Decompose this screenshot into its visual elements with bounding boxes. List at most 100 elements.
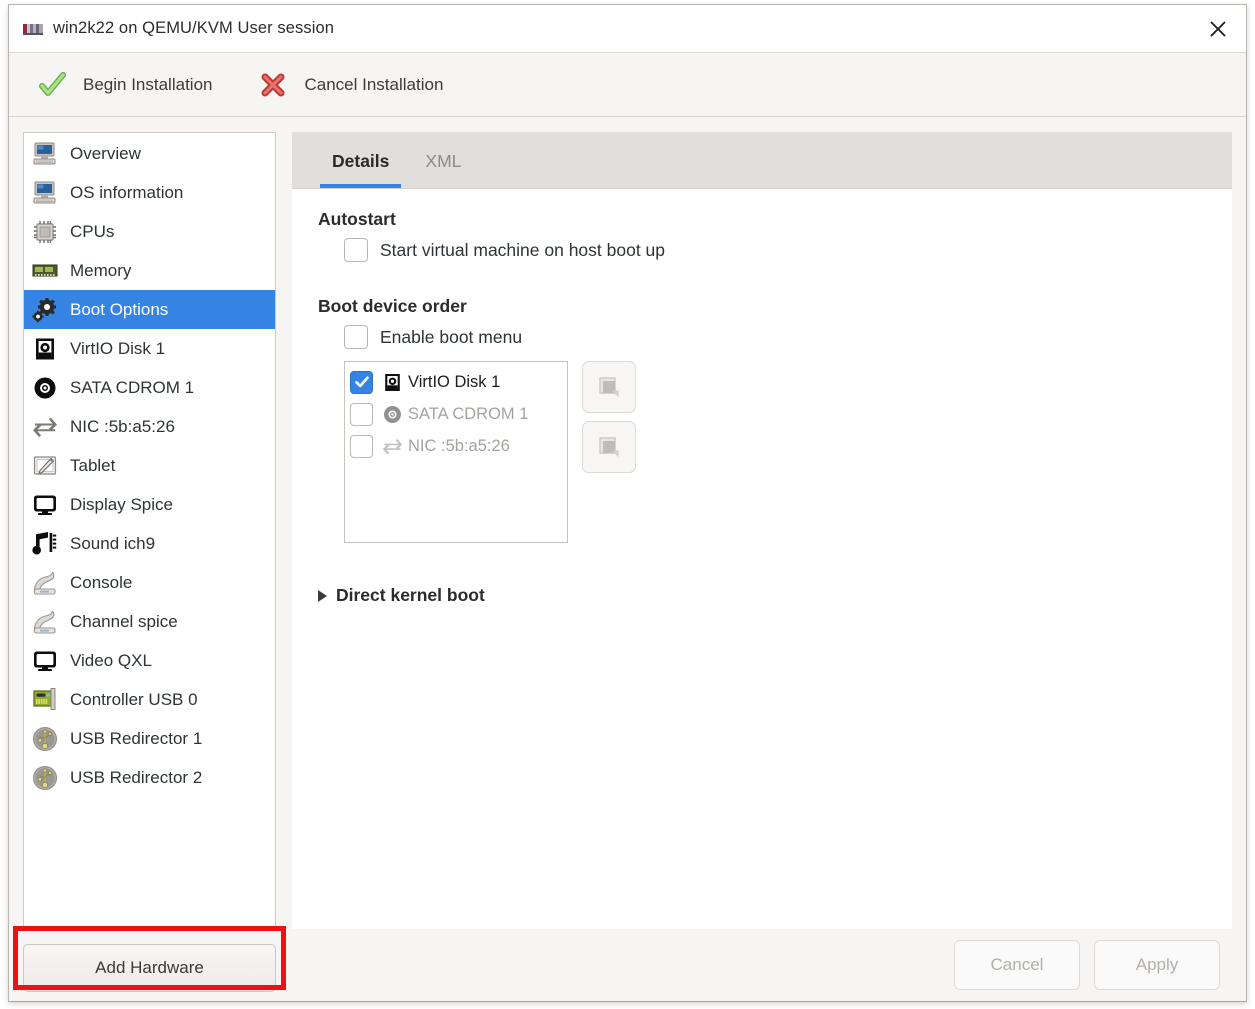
sidebar-item-label: VirtIO Disk 1 <box>70 338 166 358</box>
toolbar: Begin Installation Cancel Installation <box>9 53 1246 117</box>
gears-icon <box>30 295 60 325</box>
autostart-heading: Autostart <box>318 209 396 229</box>
display-icon <box>30 646 60 676</box>
sidebar-item-channel-spice[interactable]: Channel spice <box>24 602 275 641</box>
sidebar-item-label: Boot Options <box>70 299 169 319</box>
sidebar-item-cpus[interactable]: CPUs <box>24 212 275 251</box>
sidebar-item-video-qxl[interactable]: Video QXL <box>24 641 275 680</box>
close-icon[interactable] <box>1200 11 1236 47</box>
sidebar-item-usb-redirector-2[interactable]: USB Redirector 2 <box>24 758 275 797</box>
usb-icon <box>30 724 60 754</box>
enable-boot-menu-label: Enable boot menu <box>380 326 523 347</box>
move-up-icon[interactable] <box>582 361 636 413</box>
boot-device-row[interactable]: NIC :5b:a5:26 <box>350 430 562 462</box>
boot-device-checkbox[interactable] <box>350 370 373 394</box>
begin-installation-button[interactable]: Begin Installation <box>31 62 224 108</box>
boot-device-label: SATA CDROM 1 <box>408 404 529 423</box>
sidebar-column: Overview OS information CPUs Memory Boot Opt… <box>13 132 286 1001</box>
network-icon <box>30 412 60 442</box>
autostart-checkbox[interactable] <box>344 238 368 262</box>
sidebar-item-label: Controller USB 0 <box>70 689 198 709</box>
sidebar-item-label: NIC :5b:a5:26 <box>70 416 175 436</box>
sidebar-item-label: Tablet <box>70 455 116 475</box>
usb-icon <box>30 763 60 793</box>
cdrom-icon <box>30 373 60 403</box>
details-column: Details XML Autostart Start virtual mach… <box>292 132 1232 1001</box>
window-title: win2k22 on QEMU/KVM User session <box>53 19 335 37</box>
disk-icon <box>30 334 60 364</box>
sidebar-item-boot-options[interactable]: Boot Options <box>24 290 275 329</box>
display-icon <box>30 490 60 520</box>
add-hardware-area: Add Hardware <box>13 926 286 1001</box>
sidebar-item-label: Video QXL <box>70 650 152 670</box>
sound-icon <box>30 529 60 559</box>
enable-boot-menu-checkbox[interactable] <box>344 325 368 349</box>
titlebar: win2k22 on QEMU/KVM User session <box>9 5 1246 53</box>
boot-device-checkbox[interactable] <box>350 402 373 426</box>
boot-device-label: NIC :5b:a5:26 <box>408 436 510 455</box>
boot-device-checkbox[interactable] <box>350 434 373 458</box>
cancel-installation-button[interactable]: Cancel Installation <box>252 62 455 108</box>
network-icon <box>381 435 403 457</box>
sidebar-item-tablet[interactable]: Tablet <box>24 446 275 485</box>
computer-icon <box>30 139 60 169</box>
move-down-icon[interactable] <box>582 421 636 473</box>
sidebar-item-sound-ich9[interactable]: Sound ich9 <box>24 524 275 563</box>
apply-button[interactable]: Apply <box>1094 940 1220 990</box>
autostart-checkbox-row[interactable]: Start virtual machine on host boot up <box>344 238 1206 262</box>
details-pane: Autostart Start virtual machine on host … <box>292 188 1232 1001</box>
tab-details[interactable]: Details <box>314 134 407 188</box>
sidebar-item-label: USB Redirector 1 <box>70 728 203 748</box>
sidebar-item-label: CPUs <box>70 221 115 241</box>
console-icon <box>30 607 60 637</box>
sidebar-item-os-information[interactable]: OS information <box>24 173 275 212</box>
sidebar-item-console[interactable]: Console <box>24 563 275 602</box>
disk-icon <box>381 371 403 393</box>
sidebar-item-overview[interactable]: Overview <box>24 134 275 173</box>
sidebar-item-nic-5b-a5-26[interactable]: NIC :5b:a5:26 <box>24 407 275 446</box>
boot-device-label: VirtIO Disk 1 <box>408 372 501 391</box>
boot-order-buttons <box>582 361 636 473</box>
sidebar-item-sata-cdrom-1[interactable]: SATA CDROM 1 <box>24 368 275 407</box>
add-hardware-button[interactable]: Add Hardware <box>23 944 276 992</box>
tab-strip: Details XML <box>292 132 1232 188</box>
pci-card-icon <box>30 685 60 715</box>
tablet-icon <box>30 451 60 481</box>
sidebar-item-display-spice[interactable]: Display Spice <box>24 485 275 524</box>
sidebar-item-label: OS information <box>70 182 184 202</box>
sidebar-item-label: USB Redirector 2 <box>70 767 203 787</box>
tab-xml[interactable]: XML <box>407 134 479 188</box>
boot-device-row[interactable]: VirtIO Disk 1 <box>350 366 562 398</box>
virt-manager-logo-icon <box>23 23 43 35</box>
boot-device-order-heading: Boot device order <box>318 296 467 316</box>
autostart-checkbox-label: Start virtual machine on host boot up <box>380 239 666 260</box>
cancel-installation-label: Cancel Installation <box>304 74 444 94</box>
boot-device-row[interactable]: SATA CDROM 1 <box>350 398 562 430</box>
boot-order-row: VirtIO Disk 1 SATA CDROM 1 NIC :5b:a5:26 <box>344 361 1206 543</box>
sidebar-item-memory[interactable]: Memory <box>24 251 275 290</box>
hardware-list[interactable]: Overview OS information CPUs Memory Boot Opt… <box>23 132 276 929</box>
sidebar-item-label: SATA CDROM 1 <box>70 377 195 397</box>
green-check-icon <box>35 68 69 102</box>
direct-kernel-boot-expander[interactable]: Direct kernel boot <box>318 585 485 606</box>
memory-ram-icon <box>30 256 60 286</box>
cpu-chip-icon <box>30 217 60 247</box>
console-icon <box>30 568 60 598</box>
red-x-icon <box>256 68 290 102</box>
sidebar-item-virtio-disk-1[interactable]: VirtIO Disk 1 <box>24 329 275 368</box>
boot-device-list[interactable]: VirtIO Disk 1 SATA CDROM 1 NIC :5b:a5:26 <box>344 361 568 543</box>
expander-triangle-icon <box>318 589 327 602</box>
direct-kernel-boot-label: Direct kernel boot <box>336 585 485 605</box>
sidebar-item-label: Overview <box>70 143 141 163</box>
virt-manager-vm-window: win2k22 on QEMU/KVM User session Begin I… <box>8 4 1247 1002</box>
begin-installation-label: Begin Installation <box>83 74 213 94</box>
sidebar-item-usb-redirector-1[interactable]: USB Redirector 1 <box>24 719 275 758</box>
sidebar-item-controller-usb-0[interactable]: Controller USB 0 <box>24 680 275 719</box>
cancel-button[interactable]: Cancel <box>954 940 1080 990</box>
sidebar-item-label: Display Spice <box>70 494 173 514</box>
sidebar-item-label: Memory <box>70 260 132 280</box>
computer-icon <box>30 178 60 208</box>
sidebar-item-label: Sound ich9 <box>70 533 156 553</box>
boot-menu-checkbox-row[interactable]: Enable boot menu <box>344 325 1206 349</box>
